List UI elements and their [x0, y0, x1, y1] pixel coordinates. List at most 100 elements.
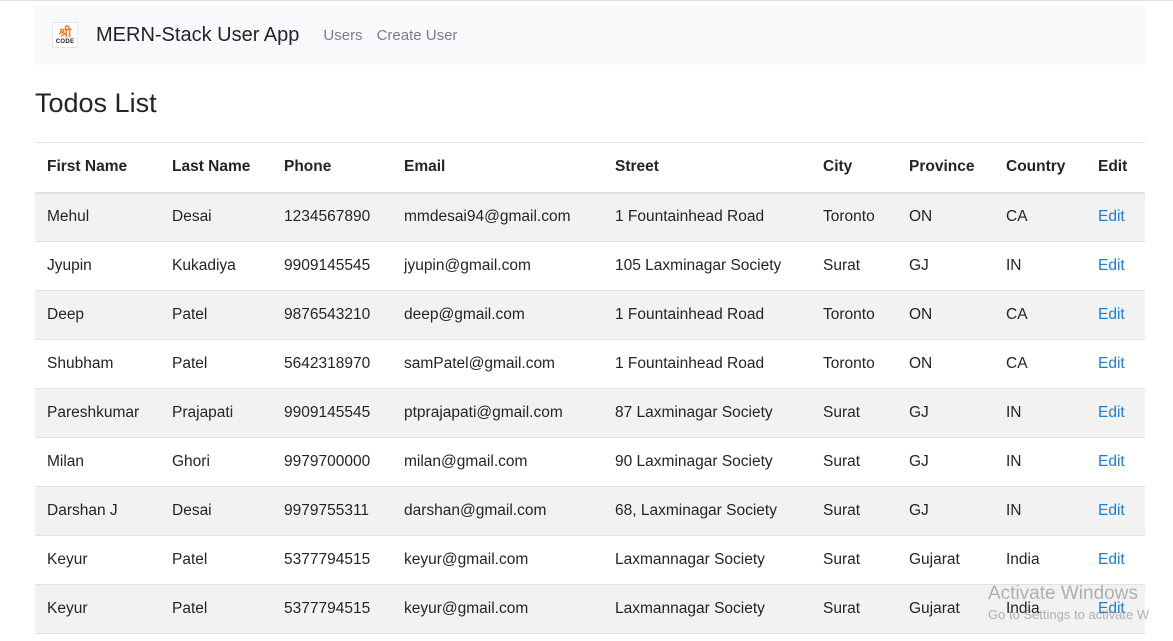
cell-country: IN [1006, 502, 1022, 519]
cell-edit: Edit [1086, 487, 1145, 536]
cell-phone: 5642318970 [284, 355, 371, 372]
cell-country: CA [1006, 208, 1028, 226]
cell-province: GJ [909, 453, 929, 470]
cell-phone: 5377794515 [284, 551, 371, 568]
header-first-name: First Name [47, 158, 128, 176]
edit-link[interactable]: Edit [1098, 404, 1125, 421]
users-table: First Name Last Name Phone Email Street … [35, 142, 1145, 634]
navbar-brand[interactable]: MERN-Stack User App [96, 24, 299, 47]
cell-edit: Edit [1086, 242, 1145, 291]
cell-first-name: Shubham [47, 355, 114, 372]
header-email: Email [404, 158, 446, 176]
edit-link[interactable]: Edit [1098, 551, 1125, 568]
cell-country: IN [1006, 453, 1022, 470]
cell-edit: Edit [1086, 536, 1145, 585]
cell-first-name: Keyur [47, 551, 88, 568]
cell-email: deep@gmail.com [404, 306, 525, 323]
table-row: Shubham Patel 5642318970 samPatel@gmail.com… [35, 340, 1145, 389]
cell-province: GJ [909, 502, 929, 519]
header-edit: Edit [1098, 158, 1128, 176]
cell-edit: Edit [1086, 291, 1145, 340]
nav-link-users[interactable]: Users [323, 27, 362, 44]
cell-street: 1 Fountainhead Road [615, 208, 765, 226]
cell-city: Surat [823, 453, 861, 470]
cell-email: ptprajapati@gmail.com [404, 404, 563, 421]
edit-link[interactable]: Edit [1098, 306, 1125, 323]
logo-code-text: CODE [55, 38, 75, 45]
cell-email: keyur@gmail.com [404, 551, 529, 568]
cell-city: Toronto [823, 306, 875, 323]
edit-link[interactable]: Edit [1098, 453, 1125, 470]
edit-link[interactable]: Edit [1098, 257, 1125, 274]
cell-edit: Edit [1086, 438, 1145, 487]
cell-phone: 9979700000 [284, 453, 371, 470]
cell-city: Toronto [823, 208, 875, 226]
navbar: श्री CODE MERN-Stack User App Users Crea… [35, 5, 1145, 65]
cell-first-name: Mehul [47, 208, 90, 226]
cell-street: 90 Laxminagar Society [615, 453, 773, 470]
cell-email: samPatel@gmail.com [404, 355, 555, 372]
cell-last-name: Patel [172, 355, 208, 372]
cell-phone: 5377794515 [284, 600, 371, 617]
cell-phone: 9909145545 [284, 404, 371, 421]
cell-first-name: Milan [47, 453, 85, 470]
header-last-name: Last Name [172, 158, 251, 176]
table-row: Darshan J Desai 9979755311 darshan@gmail.co… [35, 486, 1145, 536]
edit-link[interactable]: Edit [1098, 600, 1125, 617]
cell-street: 68, Laxminagar Society [615, 502, 777, 519]
table-header: First Name Last Name Phone Email Street … [35, 142, 1145, 193]
header-street: Street [615, 158, 659, 176]
cell-province: Gujarat [909, 600, 960, 617]
cell-email: jyupin@gmail.com [404, 257, 531, 274]
cell-first-name: Deep [47, 306, 85, 323]
cell-last-name: Patel [172, 551, 208, 568]
cell-country: India [1006, 600, 1040, 617]
cell-street: Laxmannagar Society [615, 551, 765, 568]
cell-edit: Edit [1086, 340, 1145, 389]
cell-street: 1 Fountainhead Road [615, 306, 765, 323]
nav-link-create-user[interactable]: Create User [377, 27, 458, 44]
cell-last-name: Kukadiya [172, 257, 236, 274]
cell-city: Surat [823, 404, 861, 421]
cell-city: Surat [823, 551, 861, 568]
cell-first-name: Keyur [47, 600, 88, 617]
cell-street: 87 Laxminagar Society [615, 404, 773, 421]
edit-link[interactable]: Edit [1098, 208, 1125, 225]
cell-last-name: Patel [172, 306, 208, 323]
cell-phone: 9876543210 [284, 306, 371, 323]
logo-glyph: श्री [58, 24, 72, 40]
cell-street: Laxmannagar Society [615, 600, 765, 617]
window-top-edge [0, 0, 1173, 4]
cell-country: IN [1006, 404, 1022, 421]
cell-email: mmdesai94@gmail.com [404, 208, 571, 226]
cell-province: Gujarat [909, 551, 960, 568]
cell-street: 1 Fountainhead Road [615, 355, 765, 372]
edit-link[interactable]: Edit [1098, 502, 1125, 519]
cell-email: darshan@gmail.com [404, 502, 547, 519]
table-row: Keyur Patel 5377794515 keyur@gmail.com Laxma… [35, 536, 1145, 585]
cell-last-name: Desai [172, 502, 212, 519]
cell-last-name: Patel [172, 600, 208, 617]
cell-province: GJ [909, 404, 929, 421]
cell-country: CA [1006, 306, 1028, 323]
header-province: Province [909, 158, 975, 176]
table-header-row: First Name Last Name Phone Email Street … [35, 142, 1145, 193]
header-country: Country [1006, 158, 1066, 176]
table-row: Jyupin Kukadiya 9909145545 jyupin@gmail.com… [35, 242, 1145, 291]
users-table-container: First Name Last Name Phone Email Street … [35, 142, 1145, 634]
table-row: Mehul Desai 1234567890 mmdesai94@gmail.com 1… [35, 192, 1145, 242]
cell-country: IN [1006, 257, 1022, 274]
cell-city: Surat [823, 600, 861, 617]
cell-province: ON [909, 355, 933, 372]
app-logo-icon[interactable]: श्री CODE [52, 22, 78, 48]
cell-first-name: Darshan J [47, 502, 118, 519]
page-title: Todos List [35, 88, 157, 118]
table-row: Pareshkumar Prajapati 9909145545 ptprajapat… [35, 388, 1145, 438]
cell-email: milan@gmail.com [404, 453, 528, 470]
edit-link[interactable]: Edit [1098, 355, 1125, 372]
cell-city: Toronto [823, 355, 875, 372]
cell-first-name: Jyupin [47, 257, 92, 274]
table-body: Mehul Desai 1234567890 mmdesai94@gmail.com 1… [35, 192, 1145, 634]
table-row: Milan Ghori 9979700000 milan@gmail.com 90 La… [35, 438, 1145, 487]
header-city: City [823, 158, 853, 176]
